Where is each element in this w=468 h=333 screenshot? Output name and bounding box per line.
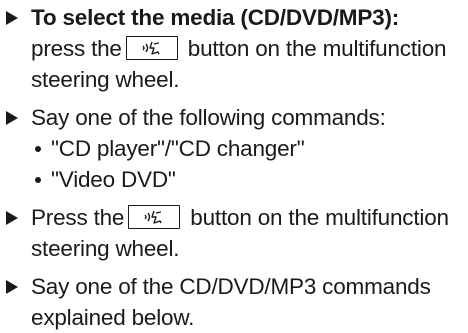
voice-control-button-icon (128, 205, 181, 229)
step-arrow-icon (6, 111, 18, 125)
step-arrow-icon (6, 280, 18, 294)
step-press-button: Press the button on the multifunction st… (4, 202, 462, 264)
step-text-pre: press the (31, 36, 122, 61)
step-text: Say one of the CD/DVD/MP3 commands expla… (31, 274, 431, 330)
step-arrow-icon (6, 11, 18, 25)
step-say-command: Say one of the following commands: "CD p… (4, 102, 462, 195)
step-text: Say one of the following commands: (31, 105, 386, 130)
step-heading: To select the media (CD/DVD/MP3): (31, 5, 400, 30)
command-list: "CD player"/"CD changer" "Video DVD" (31, 133, 462, 195)
instruction-page: To select the media (CD/DVD/MP3): press … (0, 0, 468, 330)
step-text-pre: Press the (31, 205, 125, 230)
step-say-media-command: Say one of the CD/DVD/MP3 commands expla… (4, 271, 462, 333)
step-arrow-icon (6, 211, 18, 225)
bullet-dot-icon (35, 146, 41, 152)
command-item: "Video DVD" (31, 164, 462, 195)
voice-control-button-icon (125, 36, 178, 60)
command-item: "CD player"/"CD changer" (31, 133, 462, 164)
command-text: "Video DVD" (51, 167, 176, 192)
step-select-media: To select the media (CD/DVD/MP3): press … (4, 2, 462, 95)
bullet-dot-icon (35, 177, 41, 183)
command-text: "CD player"/"CD changer" (51, 136, 305, 161)
